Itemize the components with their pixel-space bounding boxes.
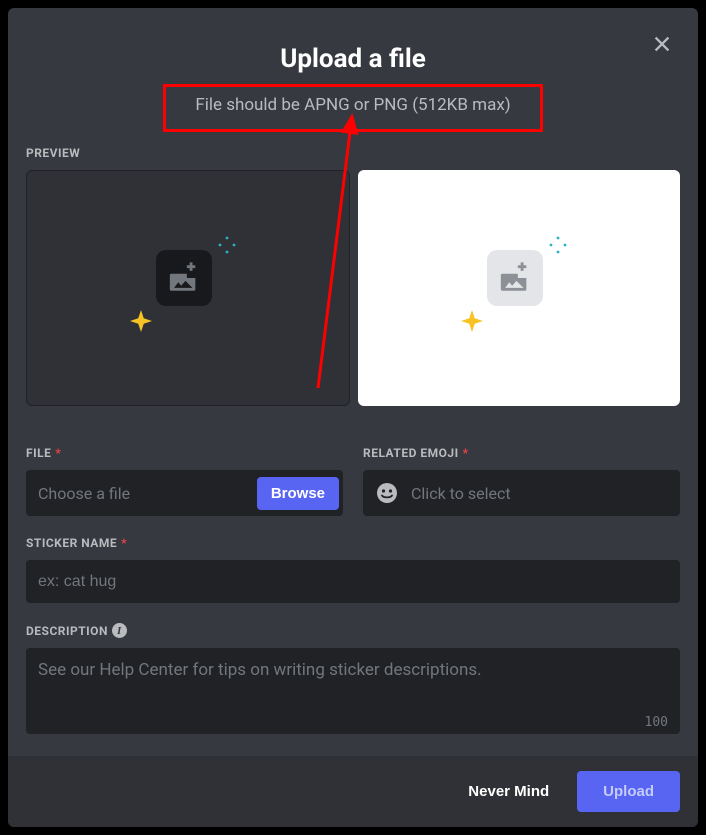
preview-placeholder-cluster bbox=[459, 228, 579, 348]
sparkle-icon bbox=[130, 310, 152, 336]
modal-subtitle: File should be APNG or PNG (512KB max) bbox=[176, 95, 530, 115]
preview-label: PREVIEW bbox=[26, 146, 680, 160]
required-asterisk: * bbox=[121, 536, 127, 550]
modal-footer: Never Mind Upload bbox=[8, 756, 698, 827]
image-add-icon bbox=[487, 250, 543, 306]
modal-header: Upload a file File should be APNG or PNG… bbox=[26, 44, 680, 132]
sticker-name-label-text: STICKER NAME bbox=[26, 536, 117, 550]
file-input[interactable]: Choose a file Browse bbox=[26, 470, 343, 516]
required-asterisk: * bbox=[55, 446, 61, 460]
subtitle-highlight-box: File should be APNG or PNG (512KB max) bbox=[163, 84, 543, 132]
description-label-text: DESCRIPTION bbox=[26, 624, 108, 638]
preview-row bbox=[26, 170, 680, 406]
smiley-icon bbox=[375, 481, 399, 505]
related-emoji-select[interactable]: Click to select bbox=[363, 470, 680, 516]
sparkle-dots-icon bbox=[549, 236, 567, 258]
image-add-icon bbox=[156, 250, 212, 306]
file-label: FILE * bbox=[26, 446, 343, 460]
close-icon bbox=[651, 33, 673, 55]
browse-button[interactable]: Browse bbox=[257, 477, 339, 510]
preview-light-pane bbox=[358, 170, 680, 406]
related-emoji-placeholder: Click to select bbox=[411, 484, 511, 503]
file-label-text: FILE bbox=[26, 446, 51, 460]
upload-button[interactable]: Upload bbox=[577, 771, 680, 812]
required-asterisk: * bbox=[463, 446, 469, 460]
file-input-placeholder: Choose a file bbox=[38, 484, 257, 503]
sparkle-icon bbox=[461, 310, 483, 336]
modal-title: Upload a file bbox=[26, 44, 680, 74]
info-icon[interactable]: i bbox=[112, 623, 127, 638]
close-button[interactable] bbox=[648, 30, 676, 58]
preview-dark-pane bbox=[26, 170, 350, 406]
description-input[interactable] bbox=[26, 648, 680, 734]
related-emoji-label-text: RELATED EMOJI bbox=[363, 446, 459, 460]
sparkle-dots-icon bbox=[218, 236, 236, 258]
related-emoji-label: RELATED EMOJI * bbox=[363, 446, 680, 460]
sticker-name-label: STICKER NAME * bbox=[26, 536, 680, 550]
upload-file-modal: Upload a file File should be APNG or PNG… bbox=[8, 8, 698, 827]
char-count: 100 bbox=[645, 715, 668, 730]
preview-placeholder-cluster bbox=[128, 228, 248, 348]
sticker-name-input[interactable] bbox=[26, 560, 680, 603]
cancel-button[interactable]: Never Mind bbox=[454, 773, 563, 810]
description-label: DESCRIPTION i bbox=[26, 623, 680, 638]
